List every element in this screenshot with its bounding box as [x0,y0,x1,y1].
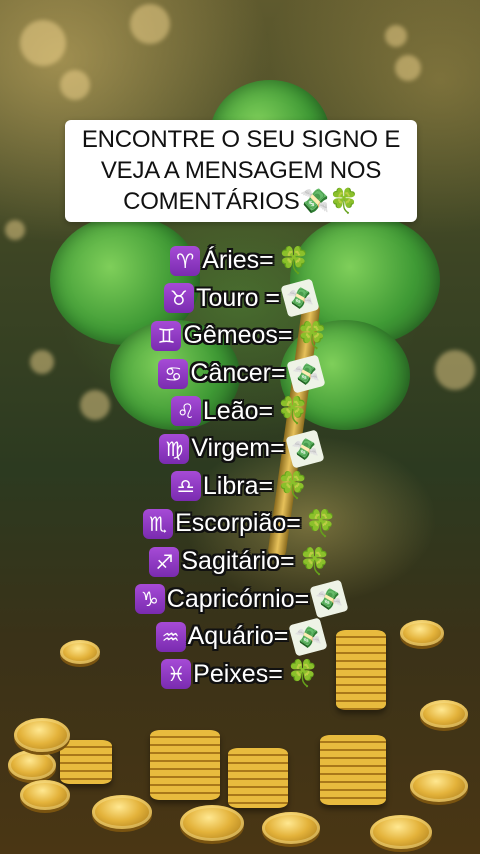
money-with-wings-icon: 💸 [280,278,320,318]
four-leaf-clover-icon: 🍀 [298,546,331,577]
gold-coin [14,718,70,752]
headline-line-3: COMENTÁRIOS💸🍀 [123,187,359,215]
aquarius-icon: ♒ [155,621,186,652]
gold-coin [20,780,70,810]
bokeh-light [130,4,170,44]
gold-coin [92,795,152,829]
four-leaf-clover-icon: 🍀 [296,320,329,351]
sagittarius-icon: ♐ [149,546,180,577]
headline-line-2: VEJA A MENSAGEM NOS [100,157,382,184]
coin-stack [320,735,386,805]
pisces-icon: ♓ [161,659,192,690]
sign-label: Capricórnio= [166,584,310,613]
sign-label: Gêmeos= [183,321,293,350]
sign-label: Touro = [195,283,281,312]
gemini-icon: ♊ [151,320,182,351]
sign-row-scorpio: ♏ Escorpião= 🍀 [0,505,480,543]
sign-label: Virgem= [191,434,285,463]
coin-stack [228,748,288,808]
sign-label: Libra= [202,471,274,500]
gold-coin [180,805,244,841]
sign-row-virgo: ♍ Virgem= 💸 [0,429,480,469]
libra-icon: ♎ [170,471,201,502]
bokeh-light [385,25,407,47]
four-leaf-clover-icon: 🍀 [286,659,319,690]
money-with-wings-icon: 💸 [299,187,330,215]
gold-coin [420,700,468,728]
bokeh-light [5,220,25,240]
gold-coin [370,815,432,849]
headline-caption: ENCONTRE O SEU SIGNO E VEJA A MENSAGEM N… [65,120,417,222]
four-leaf-clover-icon: 🍀 [329,187,359,215]
sign-label: Aquário= [187,622,289,651]
sign-label: Sagitário= [181,547,295,576]
coin-stack [150,730,220,800]
story-background: ENCONTRE O SEU SIGNO E VEJA A MENSAGEM N… [0,0,480,854]
gold-coin [262,812,320,844]
sign-row-gemini: ♊ Gêmeos= 🍀 [0,317,480,355]
gold-coin [8,750,56,780]
aries-icon: ♈ [170,245,201,276]
sign-row-aries: ♈ Áries= 🍀 [0,242,480,280]
zodiac-sign-list: ♈ Áries= 🍀 ♉ Touro = 💸 ♊ Gêmeos= 🍀 ♋ Cân… [0,242,480,693]
scorpio-icon: ♏ [143,508,174,539]
headline-line-1: ENCONTRE O SEU SIGNO E [81,126,401,153]
leo-icon: ♌ [170,396,201,427]
sign-label: Câncer= [190,359,286,388]
money-with-wings-icon: 💸 [285,353,326,394]
bokeh-light [60,70,90,100]
sign-row-capricorn: ♑ Capricórnio= 💸 [0,579,480,619]
sign-label: Peixes= [193,659,283,688]
bokeh-light [395,55,421,81]
sign-row-pisces: ♓ Peixes= 🍀 [0,656,480,694]
sign-row-aquarius: ♒ Aquário= 💸 [0,617,480,657]
four-leaf-clover-icon: 🍀 [276,471,310,502]
sign-row-sagittarius: ♐ Sagitário= 🍀 [0,543,480,581]
sign-label: Áries= [202,246,274,275]
coin-stack [60,740,112,784]
four-leaf-clover-icon: 🍀 [277,245,310,276]
gold-coin [410,770,468,802]
virgo-icon: ♍ [159,433,190,464]
money-with-wings-icon: 💸 [288,617,328,657]
bokeh-light [20,20,66,66]
sign-label: Leão= [202,396,274,425]
sign-row-taurus: ♉ Touro = 💸 [0,278,480,318]
capricorn-icon: ♑ [134,584,165,615]
four-leaf-clover-icon: 🍀 [276,396,310,427]
sign-row-cancer: ♋ Câncer= 💸 [0,353,480,394]
taurus-icon: ♉ [163,283,194,314]
sign-row-leo: ♌ Leão= 🍀 [0,392,480,430]
cancer-icon: ♋ [158,358,189,389]
money-with-wings-icon: 💸 [309,579,349,619]
sign-row-libra: ♎ Libra= 🍀 [0,468,480,506]
four-leaf-clover-icon: 🍀 [304,508,338,539]
sign-label: Escorpião= [175,509,301,538]
money-with-wings-icon: 💸 [285,429,325,469]
